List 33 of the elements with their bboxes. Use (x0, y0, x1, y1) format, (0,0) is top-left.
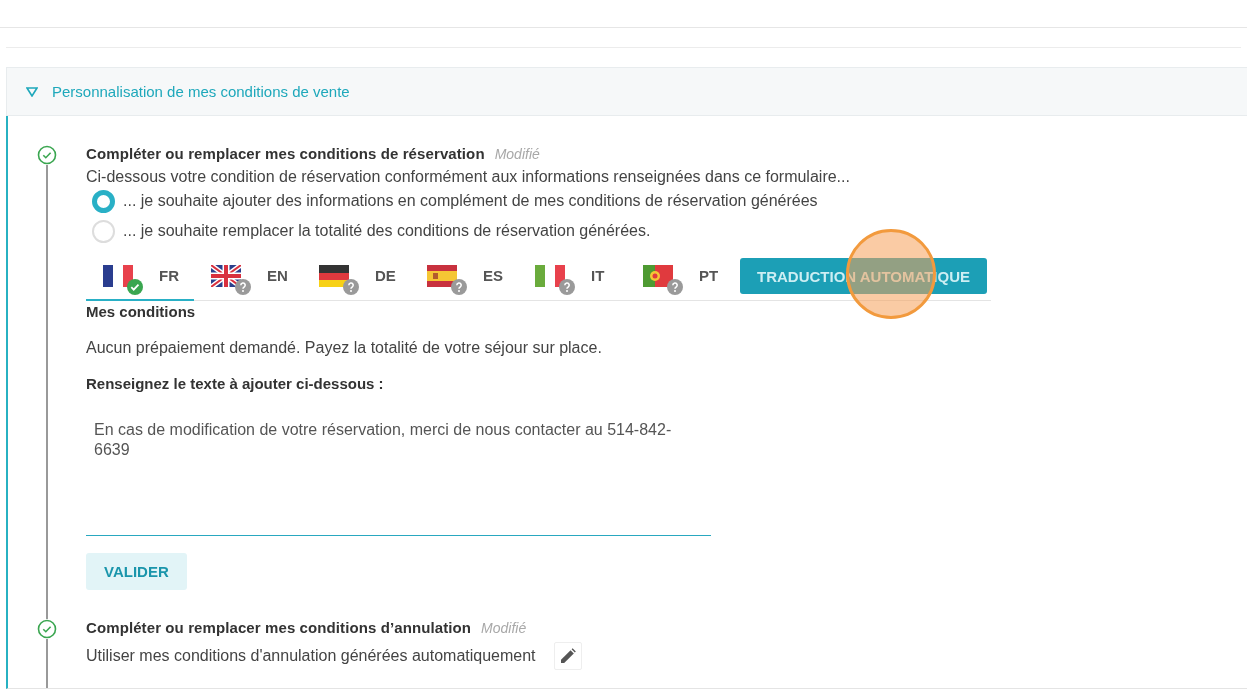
pencil-icon (559, 648, 576, 664)
flag-icon (643, 264, 673, 287)
conditions-heading: Mes conditions (86, 303, 197, 320)
status-label: Modifié (481, 620, 527, 636)
language-tab[interactable]: ES (410, 252, 518, 301)
section-title: Personnalisation de mes conditions de vente (52, 83, 350, 100)
flag-icon (427, 264, 457, 287)
language-tab[interactable]: EN (194, 252, 302, 301)
radio-label: ... je souhaite ajouter des informations en complément de mes conditions de réservation générées (123, 192, 818, 210)
check-badge-icon (127, 278, 143, 295)
step-description: Ci-dessous votre condition de réservation conformément aux informations renseignées dans ce formulaire... (86, 168, 851, 186)
conditions-text: Aucun prépaiement demandé. Payez la totalité de votre séjour sur place. (86, 339, 603, 357)
field-label: Renseignez le texte à ajouter ci-dessous : (86, 375, 385, 392)
flag-icon (211, 264, 241, 287)
flag-icon (319, 264, 349, 287)
edit-button[interactable] (553, 642, 582, 670)
step-title: Compléter ou remplacer mes conditions de réservation (86, 145, 485, 162)
language-tab[interactable]: PT (626, 252, 734, 301)
language-tab[interactable]: IT (518, 252, 626, 301)
flag-icon (103, 264, 133, 287)
language-tab[interactable]: FR (86, 252, 194, 301)
status-label: Modifié (494, 146, 540, 162)
radio-label: ... je souhaite remplacer la totalité des conditions de réservation générées. (123, 222, 651, 240)
question-badge-icon (451, 278, 467, 295)
flag-icon (535, 264, 565, 287)
question-badge-icon (343, 278, 359, 295)
step-title: Compléter ou remplacer mes conditions d’annulation (86, 619, 472, 636)
step-description: Utiliser mes conditions d'annulation générées automatiquement (86, 647, 536, 665)
question-badge-icon (667, 278, 683, 295)
question-badge-icon (235, 278, 251, 295)
language-tab[interactable]: DE (302, 252, 410, 301)
radio-button[interactable] (92, 189, 115, 213)
question-badge-icon (559, 278, 575, 295)
